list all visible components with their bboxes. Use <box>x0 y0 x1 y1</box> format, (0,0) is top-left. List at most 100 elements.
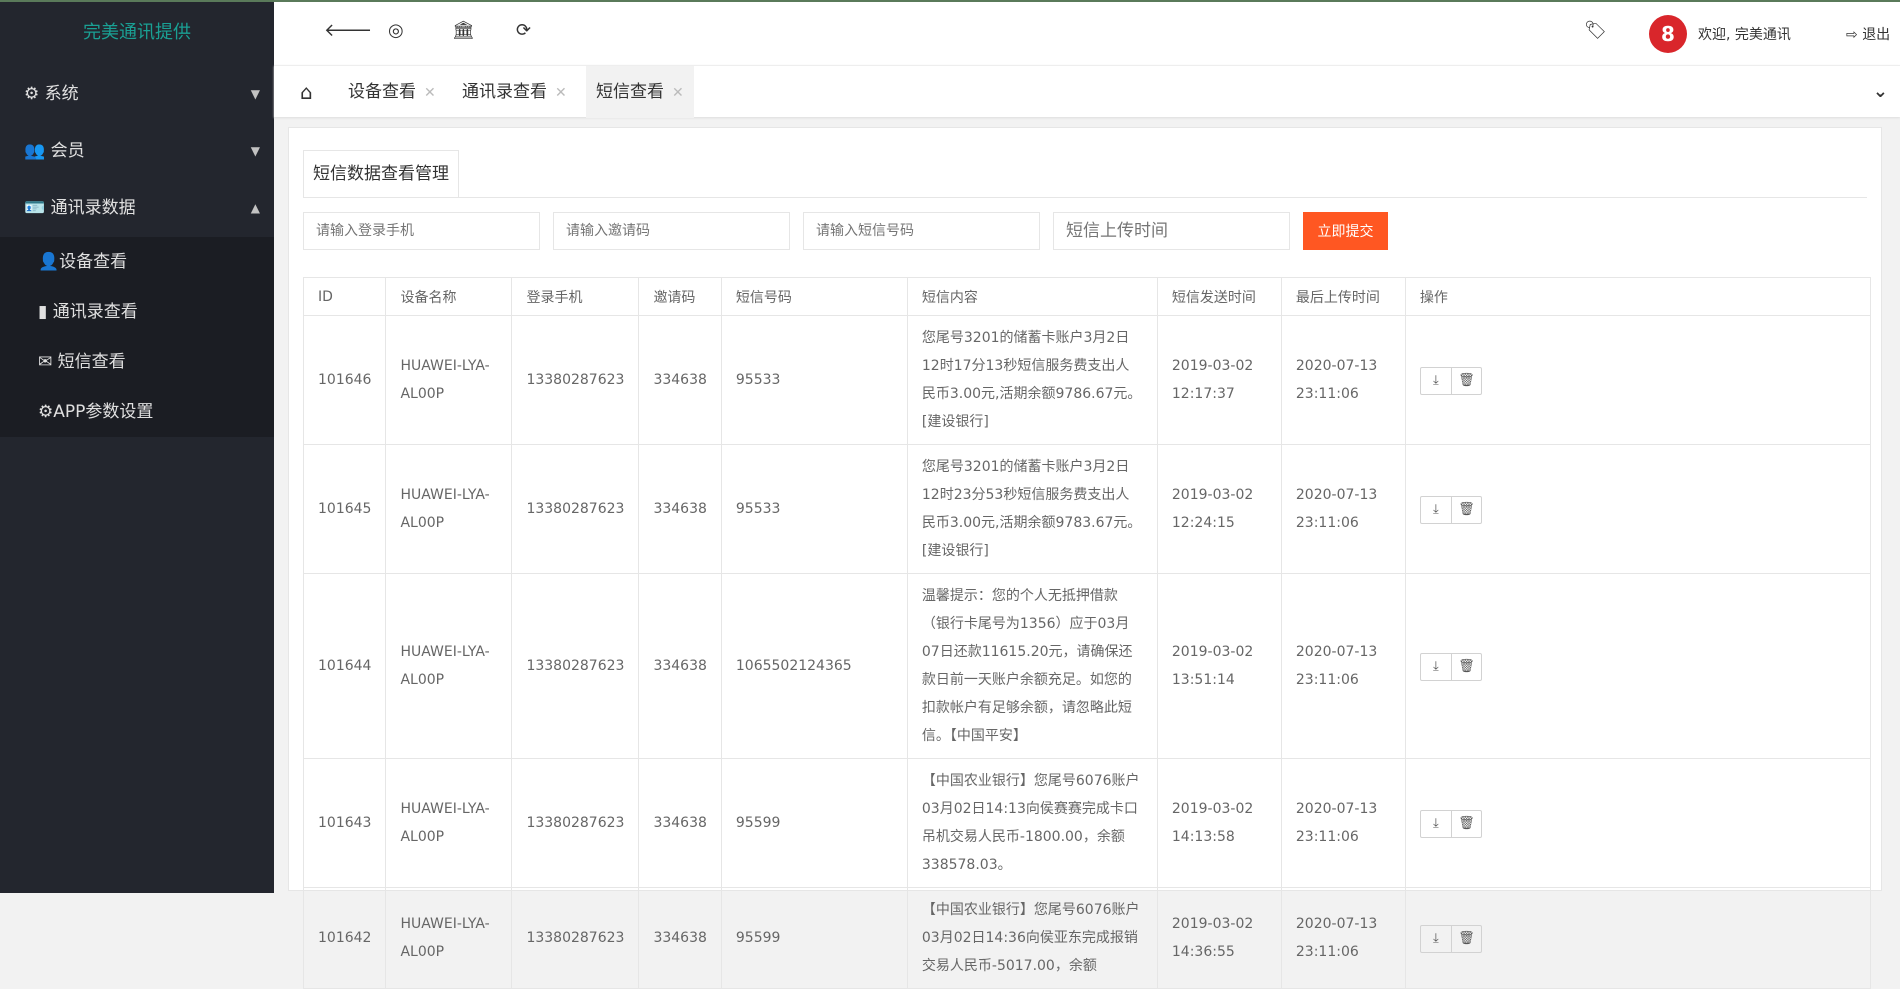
table-row[interactable]: 101642 HUAWEI-LYA-AL00P 13380287623 334638 9… <box>302 887 1872 989</box>
table-cell: 2020-07-13 23:11:06 <box>1280 444 1406 574</box>
tab-sms[interactable]: 短信查看 ✕ <box>586 66 694 118</box>
sidebar-item-contacts[interactable]: ▮ 通讯录查看 <box>0 287 274 337</box>
id-card-icon: 🪪 <box>24 198 51 218</box>
sms-number-input[interactable] <box>803 212 1040 250</box>
trash-icon[interactable]: 🗑 <box>1450 810 1481 837</box>
chevron-down-icon[interactable]: ⌄ <box>1865 66 1896 118</box>
column-header: 设备名称 <box>385 277 513 316</box>
gear-icon: ⚙ <box>24 84 45 104</box>
actions-cell: ⤓ 🗑 <box>1404 444 1872 574</box>
actions-cell: ⤓ 🗑 <box>1404 573 1872 759</box>
table-cell: 101645 <box>302 444 387 574</box>
table-cell: HUAWEI-LYA-AL00P <box>385 573 513 759</box>
topbar: 🡐 ◎ 🏛 ⟳ 🏷 8 欢迎, 完美通讯 ⇨ 退出 <box>274 2 1900 65</box>
phone-input[interactable] <box>303 212 540 250</box>
sub-label: 短信查看 <box>57 352 126 372</box>
trash-icon[interactable]: 🗑 <box>1450 653 1481 680</box>
close-icon[interactable]: ✕ <box>555 85 567 101</box>
table-cell: HUAWEI-LYA-AL00P <box>385 444 513 574</box>
table-cell: 334638 <box>638 444 722 574</box>
table-cell: 【中国农业银行】您尾号6076账户03月02日14:13向侯赛赛完成卡口吊机交易… <box>906 758 1158 888</box>
logout-button[interactable]: ⇨ 退出 <box>1846 24 1890 44</box>
close-icon[interactable]: ✕ <box>424 85 436 101</box>
table-cell: 95599 <box>720 887 908 989</box>
sidebar-item-sms[interactable]: ✉ 短信查看 <box>0 337 274 387</box>
table-cell: 334638 <box>638 315 722 445</box>
phone-book-icon: ▮ <box>38 302 53 322</box>
sidebar-item-device[interactable]: 👤设备查看 <box>0 237 274 287</box>
sub-label: 通讯录查看 <box>52 302 138 322</box>
sign-out-icon: ⇨ <box>1846 27 1863 43</box>
table-cell: 2019-03-02 13:51:14 <box>1156 573 1282 759</box>
table-cell: 95599 <box>720 758 908 888</box>
actions-cell: ⤓ 🗑 <box>1404 887 1872 989</box>
table-cell: HUAWEI-LYA-AL00P <box>385 315 513 445</box>
user-icon: 👤 <box>38 252 60 272</box>
trash-icon[interactable]: 🗑 <box>1450 925 1481 952</box>
column-header: 登录手机 <box>511 277 640 316</box>
column-header: 邀请码 <box>638 277 722 316</box>
tab-contacts[interactable]: 通讯录查看 ✕ <box>454 66 575 118</box>
upload-time-input[interactable] <box>1053 212 1290 250</box>
envelope-icon: ✉ <box>38 352 58 372</box>
download-icon[interactable]: ⤓ <box>1421 497 1451 523</box>
sidebar: 完美通讯提供 ⚙ 系统 ▼ 👥 会员 ▼ 🪪 通讯录数据 ▲ 👤设备查看 ▮ 通讯录查… <box>0 2 274 893</box>
table-cell: 温馨提示：您的个人无抵押借款（银行卡尾号为1356）应于03月07日还款1161… <box>906 573 1158 759</box>
home-tab-icon[interactable]: ⌂ <box>292 66 321 118</box>
submit-button[interactable]: 立即提交 <box>1303 212 1388 250</box>
table-cell: 2019-03-02 12:17:37 <box>1156 315 1282 445</box>
table-cell: 334638 <box>638 887 722 989</box>
tag-icon[interactable]: 🏷 <box>1584 20 1607 41</box>
table-cell: 13380287623 <box>511 444 640 574</box>
column-header: 最后上传时间 <box>1280 277 1406 316</box>
column-header: ID <box>302 277 387 316</box>
download-icon[interactable]: ⤓ <box>1421 654 1451 680</box>
menu-label: 通讯录数据 <box>50 198 136 218</box>
column-header: 短信内容 <box>906 277 1158 316</box>
menu-system[interactable]: ⚙ 系统 ▼ <box>0 66 274 123</box>
menu-contacts-data[interactable]: 🪪 通讯录数据 ▲ <box>0 180 274 237</box>
gear-icon: ⚙ <box>38 402 54 422</box>
download-icon[interactable]: ⤓ <box>1421 368 1451 394</box>
panel-title[interactable]: 短信数据查看管理 <box>303 150 459 198</box>
table-cell: 2019-03-02 14:36:55 <box>1156 887 1282 989</box>
table-cell: 【中国农业银行】您尾号6076账户03月02日14:36向侯亚东完成报销交易人民… <box>906 887 1158 989</box>
table-row[interactable]: 101643 HUAWEI-LYA-AL00P 13380287623 334638 9… <box>302 758 1872 888</box>
table-cell: 13380287623 <box>511 887 640 989</box>
refresh-icon[interactable]: ⟳ <box>516 20 531 41</box>
caret-up-icon: ▲ <box>250 201 260 215</box>
table-cell: 334638 <box>638 758 722 888</box>
trash-icon[interactable]: 🗑 <box>1450 367 1481 394</box>
table-row[interactable]: 101645 HUAWEI-LYA-AL00P 13380287623 334638 9… <box>302 444 1872 574</box>
menu-member[interactable]: 👥 会员 ▼ <box>0 123 274 180</box>
divider <box>303 197 1867 198</box>
trash-icon[interactable]: 🗑 <box>1450 496 1481 523</box>
sidebar-item-app-settings[interactable]: ⚙APP参数设置 <box>0 387 274 437</box>
logout-label: 退出 <box>1862 27 1891 43</box>
lifebuoy-icon[interactable]: ◎ <box>388 20 404 41</box>
tab-bar: ⌂ 设备查看 ✕ 通讯录查看 ✕ 短信查看 ✕ ⌄ <box>274 65 1900 118</box>
back-arrow-icon[interactable]: 🡐 <box>324 20 372 41</box>
table-cell: 您尾号3201的储蓄卡账户3月2日12时23分53秒短信服务费支出人民币3.00… <box>906 444 1158 574</box>
table-cell: 334638 <box>638 573 722 759</box>
download-icon[interactable]: ⤓ <box>1421 811 1451 837</box>
sms-table: ID 设备名称 登录手机 邀请码 短信号码 短信内容 短信发送时间 最后上传时间 操作 1016… <box>302 277 1872 989</box>
caret-down-icon: ▼ <box>250 87 260 101</box>
invite-code-input[interactable] <box>553 212 790 250</box>
sub-label: 设备查看 <box>59 252 128 272</box>
bank-icon[interactable]: 🏛 <box>452 20 475 41</box>
table-row[interactable]: 101646 HUAWEI-LYA-AL00P 13380287623 334638 9… <box>302 315 1872 445</box>
download-icon[interactable]: ⤓ <box>1421 926 1451 952</box>
tab-label: 短信查看 <box>596 82 664 102</box>
avatar[interactable]: 8 <box>1649 15 1687 53</box>
table-row[interactable]: 101644 HUAWEI-LYA-AL00P 13380287623 334638 1… <box>302 573 1872 759</box>
close-icon[interactable]: ✕ <box>672 85 684 101</box>
table-cell: 13380287623 <box>511 315 640 445</box>
tab-device[interactable]: 设备查看 ✕ <box>340 66 444 118</box>
table-cell: HUAWEI-LYA-AL00P <box>385 887 513 989</box>
menu-label: 会员 <box>50 141 85 161</box>
table-cell: 2020-07-13 23:11:06 <box>1280 887 1406 989</box>
column-header: 短信发送时间 <box>1156 277 1282 316</box>
table-cell: 101644 <box>302 573 387 759</box>
submenu: 👤设备查看 ▮ 通讯录查看 ✉ 短信查看 ⚙APP参数设置 <box>0 237 274 437</box>
